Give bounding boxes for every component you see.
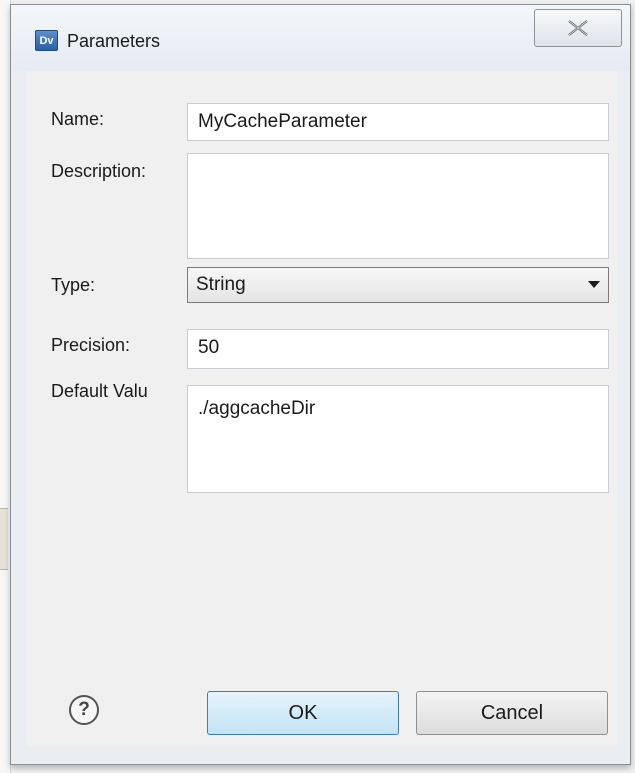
description-label: Description: — [51, 161, 147, 181]
name-field[interactable]: MyCacheParameter — [187, 103, 609, 141]
type-select[interactable]: String — [187, 267, 609, 303]
app-icon: Dv — [35, 30, 58, 51]
parameters-dialog: Dv Parameters Name: MyCacheParameter Des… — [10, 4, 631, 765]
cancel-button[interactable]: Cancel — [416, 691, 608, 735]
default-value-label: Default Valu — [51, 381, 148, 401]
dialog-body: Name: MyCacheParameter Description: Type… — [27, 71, 617, 746]
default-value-field[interactable]: ./aggcacheDir — [187, 385, 609, 493]
background-editor-tab — [0, 508, 8, 570]
ok-button[interactable]: OK — [207, 691, 399, 735]
close-icon — [568, 20, 588, 36]
dialog-title: Parameters — [67, 31, 161, 51]
type-select-value: String — [196, 274, 246, 295]
description-field[interactable] — [187, 153, 609, 259]
help-icon[interactable]: ? — [69, 695, 99, 725]
title-bar[interactable]: Dv Parameters — [11, 5, 630, 71]
chevron-down-icon — [588, 281, 600, 288]
precision-field[interactable]: 50 — [187, 329, 609, 369]
precision-label: Precision: — [51, 335, 131, 355]
close-button[interactable] — [534, 9, 622, 47]
type-label: Type: — [51, 275, 96, 295]
name-label: Name: — [51, 109, 105, 129]
